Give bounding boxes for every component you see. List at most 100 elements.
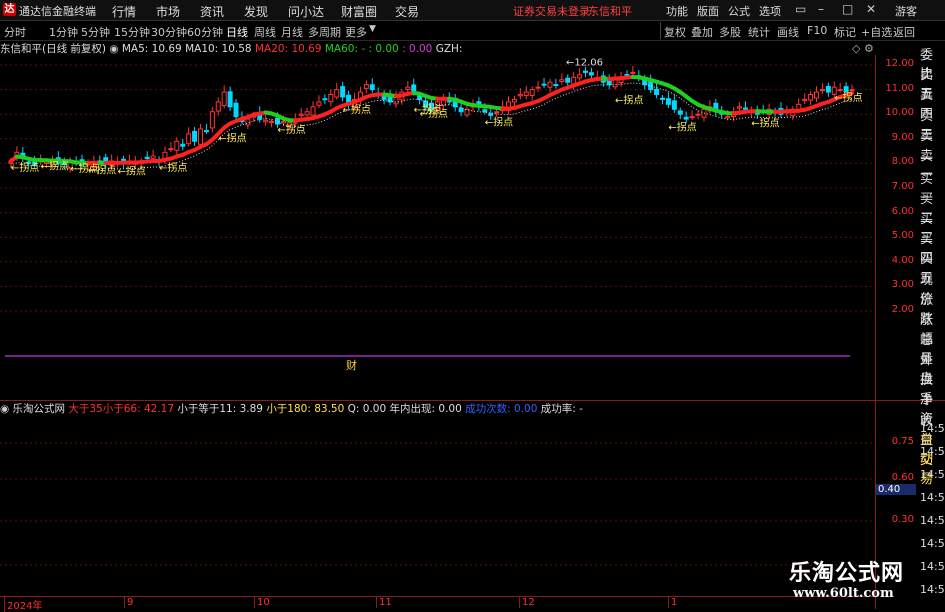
candle-body bbox=[738, 107, 742, 108]
candle-body bbox=[483, 110, 487, 112]
candle-body bbox=[311, 107, 315, 115]
menu-market[interactable]: 市场 bbox=[156, 3, 180, 20]
trade-time: 14:56 bbox=[920, 514, 945, 527]
candle-body bbox=[210, 112, 214, 128]
period-tick[interactable]: 分时 bbox=[4, 24, 26, 40]
price-axis: 12.0011.0010.009.008.007.006.005.004.003… bbox=[876, 55, 918, 400]
fin-marker[interactable]: 财 bbox=[346, 358, 357, 372]
close-icon[interactable]: ✕ bbox=[866, 2, 876, 16]
candle-body bbox=[145, 157, 149, 158]
login-status[interactable]: 证券交易未登录 bbox=[513, 3, 590, 19]
period-daily[interactable]: 日线 bbox=[226, 24, 248, 40]
menu-discover[interactable]: 发现 bbox=[244, 3, 268, 20]
turn-point-label: ←拐点 bbox=[343, 103, 371, 116]
app-logo-icon: 达 bbox=[3, 3, 16, 16]
sub-a: 大于35小于66: 42.17 bbox=[68, 403, 174, 415]
candle-body bbox=[394, 97, 398, 104]
price-tick-label: 7.00 bbox=[892, 181, 914, 192]
candle-body bbox=[584, 71, 588, 72]
tool-mark[interactable]: 标记 bbox=[834, 24, 856, 40]
candle-body bbox=[341, 87, 345, 97]
candle-body bbox=[335, 90, 339, 97]
candle-body bbox=[548, 82, 552, 87]
menu-wealth[interactable]: 财富圈 bbox=[341, 3, 377, 20]
candle-body bbox=[489, 114, 493, 116]
settings-icon[interactable]: ◉ bbox=[109, 43, 122, 55]
tool-overlay[interactable]: 叠加 bbox=[691, 24, 713, 40]
price-tick-label: 8.00 bbox=[892, 156, 914, 167]
date-tick-label: 9 bbox=[124, 597, 133, 608]
period-5min[interactable]: 5分钟 bbox=[81, 24, 110, 40]
tool-back[interactable]: 返回 bbox=[893, 24, 915, 40]
tool-f10[interactable]: F10 bbox=[807, 24, 827, 37]
candlestick-chart[interactable]: ←拐点←拐点←拐点←拐点←拐点←拐点←拐点←拐点←拐点←拐点←拐点←拐点←拐点←… bbox=[0, 55, 875, 400]
window-icon[interactable]: ▭ bbox=[795, 2, 806, 16]
trade-time: 14:56 bbox=[920, 445, 945, 458]
candle-body bbox=[820, 90, 824, 91]
price-tick-label: 4.00 bbox=[892, 255, 914, 266]
tool-adjust[interactable]: 复权 bbox=[664, 24, 686, 40]
period-more[interactable]: 更多 bbox=[345, 24, 367, 40]
maximize-icon[interactable]: □ bbox=[842, 2, 853, 16]
menu-functions[interactable]: 功能 bbox=[666, 3, 688, 19]
period-15min[interactable]: 15分钟 bbox=[114, 24, 150, 40]
tool-draw[interactable]: 画线 bbox=[777, 24, 799, 40]
chart-nav-icons[interactable]: ◇ ⚙ bbox=[852, 42, 874, 55]
sub-indicator-bar: ◉ 乐淘公式网 大于35小于66: 42.17 小于等于11: 3.89 小于1… bbox=[0, 401, 583, 415]
tool-multi-stock[interactable]: 多股 bbox=[719, 24, 741, 40]
turn-point-label: ←拐点 bbox=[615, 93, 643, 106]
candle-body bbox=[234, 103, 238, 116]
menu-layout[interactable]: 版面 bbox=[697, 3, 719, 19]
turn-point-label: ←拐点 bbox=[88, 163, 116, 176]
candle-body bbox=[589, 73, 593, 75]
period-1min[interactable]: 1分钟 bbox=[49, 24, 78, 40]
candle-body bbox=[193, 131, 197, 141]
candle-body bbox=[696, 114, 700, 115]
high-price-marker: ←12.06 bbox=[566, 58, 603, 69]
stock-title: 东信和平(日线 前复权) bbox=[0, 43, 106, 55]
candle-body bbox=[566, 78, 570, 82]
candle-body bbox=[672, 101, 676, 109]
sub-settings-icon[interactable]: ◉ bbox=[0, 403, 13, 415]
sub-tick-label: 0.75 bbox=[892, 436, 914, 447]
menu-quotes[interactable]: 行情 bbox=[112, 3, 136, 20]
guest-user[interactable]: 游客 bbox=[895, 3, 917, 19]
candle-body bbox=[317, 102, 321, 105]
menu-formula[interactable]: 公式 bbox=[728, 3, 750, 19]
period-60min[interactable]: 60分钟 bbox=[187, 24, 223, 40]
period-30min[interactable]: 30分钟 bbox=[151, 24, 187, 40]
sub-e: 年内出现: 0.00 bbox=[390, 403, 462, 415]
menu-trade[interactable]: 交易 bbox=[395, 3, 419, 20]
minimize-icon[interactable]: – bbox=[818, 2, 824, 16]
menu-options[interactable]: 选项 bbox=[759, 3, 781, 19]
date-tick-label: 11 bbox=[376, 597, 392, 608]
turn-point-label: ←拐点 bbox=[277, 123, 305, 136]
period-weekly[interactable]: 周线 bbox=[254, 24, 276, 40]
candle-body bbox=[187, 134, 191, 144]
tool-stats[interactable]: 统计 bbox=[748, 24, 770, 40]
tool-add-watchlist[interactable]: +自选 bbox=[861, 24, 892, 40]
trade-time: 14:56 bbox=[920, 537, 945, 550]
menu-news[interactable]: 资讯 bbox=[200, 3, 224, 20]
candle-body bbox=[222, 92, 226, 106]
candle-body bbox=[613, 80, 617, 87]
gzh-label: GZH: bbox=[436, 43, 463, 55]
candle-body bbox=[264, 120, 268, 122]
sub-chart[interactable] bbox=[0, 415, 875, 595]
trade-time: 14:56 bbox=[920, 422, 945, 435]
period-multi[interactable]: 多周期 bbox=[308, 24, 341, 40]
candle-body bbox=[726, 117, 730, 118]
price-tick-label: 11.00 bbox=[885, 83, 914, 94]
candle-body bbox=[678, 111, 682, 114]
more-arrow-icon[interactable]: ▼ bbox=[369, 24, 376, 34]
candle-body bbox=[270, 122, 274, 123]
candle-body bbox=[530, 90, 534, 96]
candle-body bbox=[204, 131, 208, 132]
sub-f: 成功次数: 0.00 bbox=[465, 403, 537, 415]
period-monthly[interactable]: 月线 bbox=[281, 24, 303, 40]
menu-ask[interactable]: 问小达 bbox=[288, 3, 324, 20]
candle-body bbox=[625, 74, 629, 75]
candle-body bbox=[524, 92, 528, 95]
ma5-value: MA5: 10.69 bbox=[122, 43, 182, 55]
watermark-url: www.60lt.com bbox=[793, 586, 894, 601]
